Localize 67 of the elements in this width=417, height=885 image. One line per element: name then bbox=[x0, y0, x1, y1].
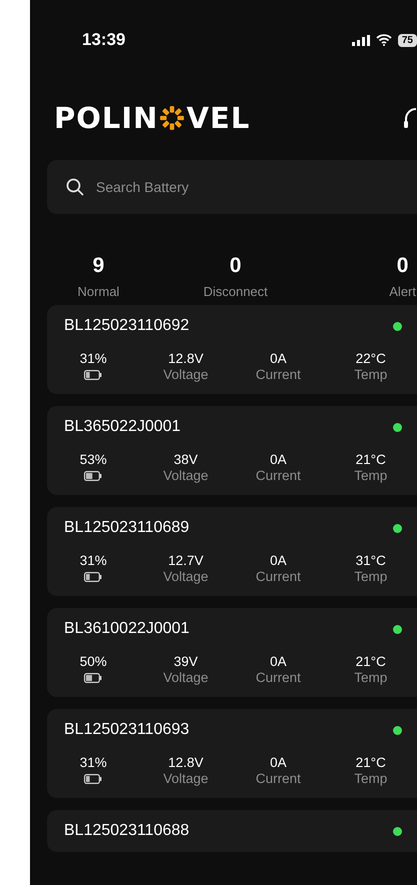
current-value: 0A bbox=[270, 553, 286, 568]
battery-card[interactable]: BL125023110693 31% 12.8V Voltage 0A Current 21°C Temp bbox=[47, 709, 417, 798]
battery-indicator: 75 bbox=[398, 34, 417, 46]
temperature-label: Temp bbox=[354, 367, 388, 382]
temperature-value: 22°C bbox=[356, 351, 386, 366]
temperature-label: Temp bbox=[354, 771, 388, 786]
voltage-label: Voltage bbox=[163, 569, 208, 584]
status-label: Normal bbox=[78, 284, 120, 299]
charge-percent: 53% bbox=[80, 452, 107, 467]
voltage-value: 12.7V bbox=[168, 553, 204, 568]
current-value: 0A bbox=[270, 755, 286, 770]
current-label: Current bbox=[256, 569, 301, 584]
current-label: Current bbox=[256, 468, 301, 483]
headset-icon[interactable] bbox=[403, 105, 417, 131]
current-label: Current bbox=[256, 771, 301, 786]
battery-level-icon bbox=[84, 774, 102, 784]
brand-logo: POLIN VEL bbox=[54, 101, 250, 135]
charge-percent: 50% bbox=[80, 654, 107, 669]
status-label: Disconnect bbox=[203, 284, 268, 299]
battery-id: BL125023110693 bbox=[64, 721, 190, 739]
temperature-value: 21°C bbox=[356, 755, 386, 770]
search-field[interactable]: Search Battery bbox=[47, 160, 417, 214]
status-count: 9 bbox=[92, 254, 104, 278]
search-icon bbox=[66, 178, 84, 196]
temperature-label: Temp bbox=[354, 468, 388, 483]
current-value: 0A bbox=[270, 654, 286, 669]
charge-percent: 31% bbox=[80, 755, 107, 770]
battery-level-icon bbox=[84, 370, 102, 380]
sun-icon bbox=[159, 105, 186, 131]
charge-percent: 31% bbox=[80, 553, 107, 568]
battery-card[interactable]: BL125023110689 31% 12.7V Voltage 0A Current 31°C Temp bbox=[47, 507, 417, 596]
signal-icon bbox=[352, 34, 370, 46]
battery-id: BL125023110688 bbox=[64, 822, 190, 840]
battery-card[interactable]: BL3610022J0001 50% 39V Voltage 0A Current 21°C Temp bbox=[47, 608, 417, 697]
battery-id: BL365022J0001 bbox=[64, 418, 181, 436]
battery-id: BL125023110692 bbox=[64, 317, 190, 335]
temperature-label: Temp bbox=[354, 670, 388, 685]
battery-id: BL3610022J0001 bbox=[64, 620, 190, 638]
voltage-value: 12.8V bbox=[168, 351, 204, 366]
battery-card[interactable]: BL365022J0001 53% 38V Voltage 0A Current 21°C Temp bbox=[47, 406, 417, 495]
status-label: Alert bbox=[389, 284, 416, 299]
temperature-value: 21°C bbox=[356, 452, 386, 467]
battery-level-icon bbox=[84, 572, 102, 582]
voltage-label: Voltage bbox=[163, 468, 208, 483]
battery-card[interactable]: BL125023110688 bbox=[47, 810, 417, 852]
status-time: 13:39 bbox=[82, 30, 126, 50]
battery-card[interactable]: BL125023110692 31% 12.8V Voltage 0A Current 22°C Temp bbox=[47, 305, 417, 394]
voltage-label: Voltage bbox=[163, 771, 208, 786]
voltage-value: 38V bbox=[174, 452, 198, 467]
wifi-icon bbox=[376, 34, 392, 46]
status-count: 0 bbox=[396, 254, 408, 278]
voltage-label: Voltage bbox=[163, 367, 208, 382]
voltage-label: Voltage bbox=[163, 670, 208, 685]
temperature-label: Temp bbox=[354, 569, 388, 584]
current-value: 0A bbox=[270, 351, 286, 366]
status-count: 0 bbox=[230, 254, 242, 278]
temperature-value: 21°C bbox=[356, 654, 386, 669]
battery-id: BL125023110689 bbox=[64, 519, 190, 537]
battery-level-icon bbox=[84, 673, 102, 683]
current-label: Current bbox=[256, 670, 301, 685]
current-value: 0A bbox=[270, 452, 286, 467]
voltage-value: 12.8V bbox=[168, 755, 204, 770]
charge-percent: 31% bbox=[80, 351, 107, 366]
temperature-value: 31°C bbox=[356, 553, 386, 568]
battery-level-icon bbox=[84, 471, 102, 481]
current-label: Current bbox=[256, 367, 301, 382]
voltage-value: 39V bbox=[174, 654, 198, 669]
